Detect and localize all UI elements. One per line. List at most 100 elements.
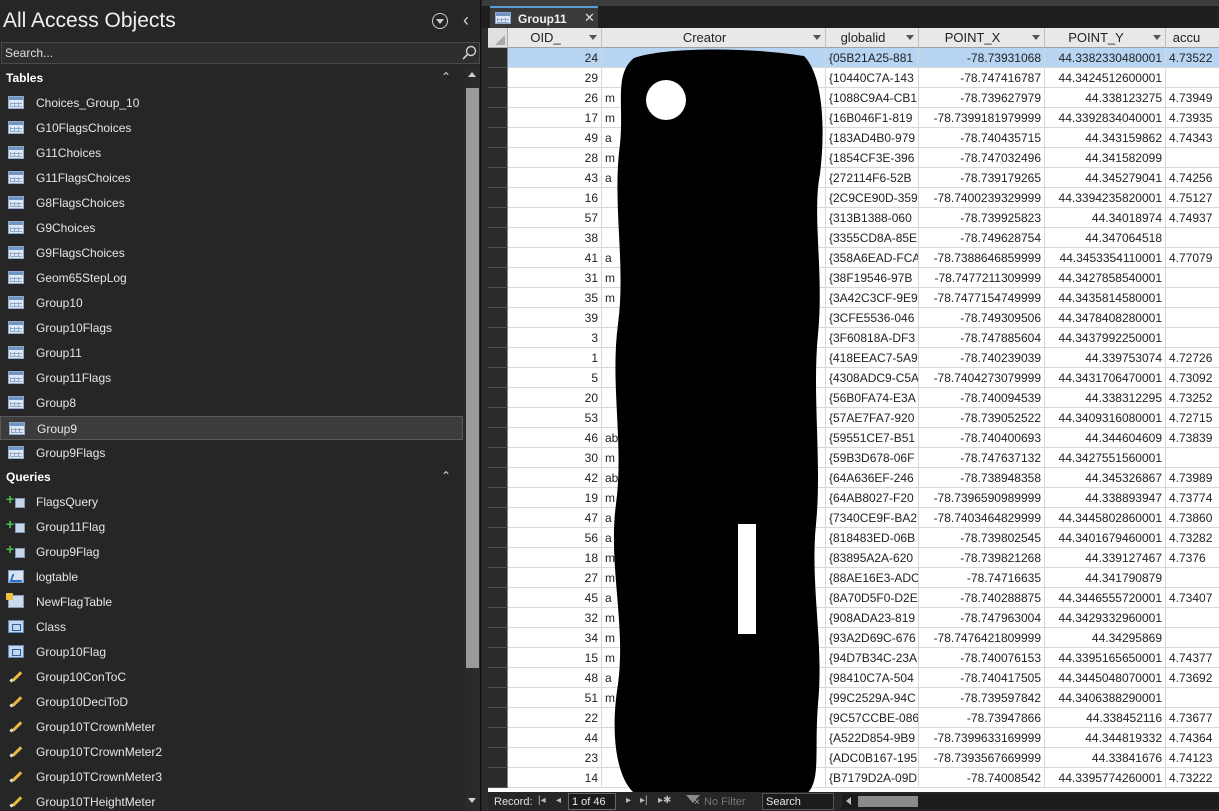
cell-globalid[interactable]: {8A70D5F0-D2E [826, 588, 919, 608]
cell-acc[interactable]: 4.73989 [1166, 468, 1219, 488]
cell-y[interactable]: 44.338123275 [1045, 88, 1166, 108]
cell-oid[interactable]: 1 [508, 348, 602, 368]
nav-menu-dropdown-icon[interactable] [432, 13, 448, 29]
cell-globalid[interactable]: {1088C9A4-CB1 [826, 88, 919, 108]
table-row[interactable]: 5 {4308ADC9-C5A -78.7404273079999 44.343170… [488, 368, 1219, 388]
cell-creator[interactable]: a [602, 168, 826, 188]
cell-oid[interactable]: 44 [508, 728, 602, 748]
cell-y[interactable]: 44.34295869 [1045, 628, 1166, 648]
scroll-down-arrow-icon[interactable] [468, 798, 476, 803]
cell-globalid[interactable]: {9C57CCBE-086 [826, 708, 919, 728]
cell-oid[interactable]: 47 [508, 508, 602, 528]
nav-item[interactable]: Group11 [0, 341, 463, 365]
cell-acc[interactable]: 4.74123 [1166, 748, 1219, 768]
record-selector[interactable] [488, 608, 508, 628]
nav-item[interactable]: Group10TCrownMeter3 [0, 765, 463, 789]
record-selector[interactable] [488, 508, 508, 528]
cell-x[interactable]: -78.739821268 [919, 548, 1045, 568]
select-all-corner[interactable] [488, 28, 508, 48]
record-selector[interactable] [488, 748, 508, 768]
table-row[interactable]: 53 {57AE7FA7-920 -78.739052522 44.340931608… [488, 408, 1219, 428]
cell-x[interactable]: -78.7476421809999 [919, 628, 1045, 648]
table-row[interactable]: 51 m {99C2529A-94C -78.739597842 44.34063882… [488, 688, 1219, 708]
table-row[interactable]: 1 {418EEAC7-5A9 -78.740239039 44.339753074 4… [488, 348, 1219, 368]
nav-item[interactable]: G9FlagsChoices [0, 241, 463, 265]
cell-acc[interactable] [1166, 228, 1219, 248]
cell-y[interactable]: 44.338452116 [1045, 708, 1166, 728]
chevron-up-icon[interactable]: ⌃ [441, 70, 451, 84]
cell-globalid[interactable]: {358A6EAD-FCA [826, 248, 919, 268]
cell-acc[interactable]: 4.73522 [1166, 48, 1219, 68]
cell-globalid[interactable]: {57AE7FA7-920 [826, 408, 919, 428]
cell-acc[interactable]: 4.73692 [1166, 668, 1219, 688]
cell-y[interactable]: 44.3429332960001 [1045, 608, 1166, 628]
record-selector[interactable] [488, 228, 508, 248]
cell-creator[interactable]: m [602, 648, 826, 668]
table-row[interactable]: 20 {56B0FA74-E3A -78.740094539 44.338312295… [488, 388, 1219, 408]
cell-x[interactable]: -78.747885604 [919, 328, 1045, 348]
cell-y[interactable]: 44.3427551560001 [1045, 448, 1166, 468]
cell-oid[interactable]: 23 [508, 748, 602, 768]
cell-acc[interactable]: 4.73860 [1166, 508, 1219, 528]
cell-oid[interactable]: 43 [508, 168, 602, 188]
nav-collapse-icon[interactable]: ‹ [459, 10, 473, 30]
cell-y[interactable]: 44.341790879 [1045, 568, 1166, 588]
cell-oid[interactable]: 51 [508, 688, 602, 708]
close-icon[interactable]: ✕ [584, 10, 595, 26]
table-row[interactable]: 32 m {908ADA23-819 -78.747963004 44.34293329… [488, 608, 1219, 628]
cell-y[interactable]: 44.3409316080001 [1045, 408, 1166, 428]
cell-y[interactable]: 44.3395165650001 [1045, 648, 1166, 668]
cell-globalid[interactable]: {93A2D69C-676 [826, 628, 919, 648]
cell-x[interactable]: -78.74008542 [919, 768, 1045, 788]
cell-y[interactable]: 44.344604609 [1045, 428, 1166, 448]
cell-acc[interactable] [1166, 628, 1219, 648]
cell-x[interactable]: -78.740417505 [919, 668, 1045, 688]
nav-item[interactable]: G8FlagsChoices [0, 191, 463, 215]
cell-acc[interactable]: 4.7376 [1166, 548, 1219, 568]
cell-oid[interactable]: 19 [508, 488, 602, 508]
record-selector[interactable] [488, 628, 508, 648]
nav-item[interactable]: logtable [0, 565, 463, 589]
cell-acc[interactable]: 4.77079 [1166, 248, 1219, 268]
cell-acc[interactable]: 4.74937 [1166, 208, 1219, 228]
cell-y[interactable]: 44.345326867 [1045, 468, 1166, 488]
nav-item[interactable]: G10FlagsChoices [0, 116, 463, 140]
cell-globalid[interactable]: {88AE16E3-ADC [826, 568, 919, 588]
cell-creator[interactable]: a [602, 128, 826, 148]
cell-oid[interactable]: 26 [508, 88, 602, 108]
nav-item[interactable]: G11Choices [0, 141, 463, 165]
cell-x[interactable]: -78.740435715 [919, 128, 1045, 148]
record-selector[interactable] [488, 148, 508, 168]
last-record-icon[interactable]: ▸| [640, 795, 648, 806]
cell-x[interactable]: -78.747963004 [919, 608, 1045, 628]
cell-creator[interactable]: m [602, 148, 826, 168]
cell-y[interactable]: 44.344819332 [1045, 728, 1166, 748]
cell-acc[interactable]: 4.74256 [1166, 168, 1219, 188]
cell-oid[interactable]: 3 [508, 328, 602, 348]
record-selector[interactable] [488, 208, 508, 228]
table-row[interactable]: 23 {ADC0B167-195 -78.7393567669999 44.33841… [488, 748, 1219, 768]
nav-item[interactable]: Group10THeightMeter [0, 790, 463, 811]
record-selector[interactable] [488, 108, 508, 128]
cell-x[interactable]: -78.747416787 [919, 68, 1045, 88]
record-selector[interactable] [488, 48, 508, 68]
table-row[interactable]: 49 a {183AD4B0-979 -78.740435715 44.34315986… [488, 128, 1219, 148]
table-row[interactable]: 17 m {16B046F1-819 -78.7399181979999 44.3392… [488, 108, 1219, 128]
cell-globalid[interactable]: {272114F6-52B [826, 168, 919, 188]
cell-y[interactable]: 44.3445802860001 [1045, 508, 1166, 528]
chevron-up-icon[interactable]: ⌃ [441, 469, 451, 483]
cell-oid[interactable]: 24 [508, 48, 602, 68]
cell-x[interactable]: -78.739597842 [919, 688, 1045, 708]
record-selector[interactable] [488, 268, 508, 288]
cell-y[interactable]: 44.347064518 [1045, 228, 1166, 248]
cell-creator[interactable] [602, 188, 826, 208]
sort-filter-dropdown-icon[interactable] [589, 35, 597, 40]
cell-x[interactable]: -78.740094539 [919, 388, 1045, 408]
cell-acc[interactable] [1166, 288, 1219, 308]
cell-oid[interactable]: 29 [508, 68, 602, 88]
cell-y[interactable]: 44.3431706470001 [1045, 368, 1166, 388]
table-row[interactable]: 35 m {3A42C3CF-9E9 -78.7477154749999 44.3435… [488, 288, 1219, 308]
nav-item[interactable]: Group11Flags [0, 366, 463, 390]
cell-x[interactable]: -78.739052522 [919, 408, 1045, 428]
table-row[interactable]: 48 a {98410C7A-504 -78.740417505 44.34450480… [488, 668, 1219, 688]
